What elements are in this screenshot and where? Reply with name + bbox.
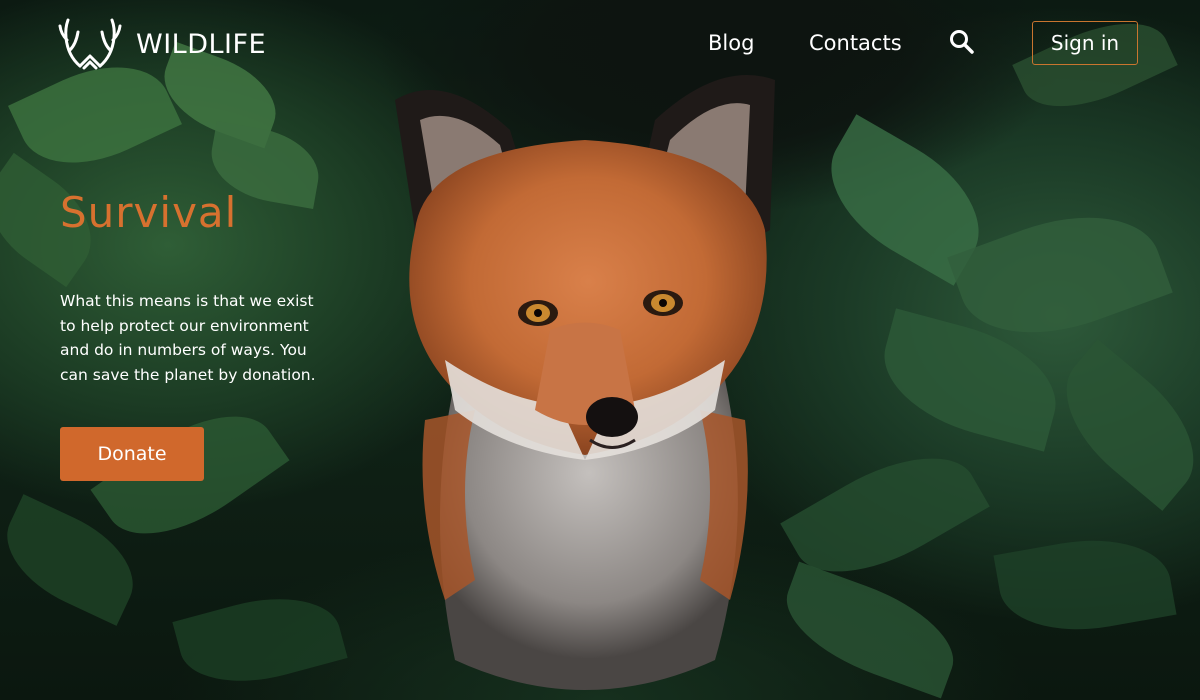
hero-title: Survival bbox=[60, 188, 238, 237]
antlers-icon bbox=[58, 18, 122, 70]
search-icon bbox=[950, 30, 974, 54]
sign-in-button[interactable]: Sign in bbox=[1032, 21, 1138, 65]
donate-button[interactable]: Donate bbox=[60, 427, 204, 481]
brand-name: WILDLIFE bbox=[136, 28, 267, 60]
hero-description: What this means is that we exist to help… bbox=[60, 292, 316, 384]
hero-section: WILDLIFE Blog Contacts Sign in Survival … bbox=[0, 0, 1200, 700]
logo[interactable]: WILDLIFE bbox=[58, 16, 266, 72]
nav-link-contacts[interactable]: Contacts bbox=[809, 31, 902, 55]
nav-link-blog[interactable]: Blog bbox=[708, 31, 754, 55]
search-button[interactable] bbox=[948, 28, 976, 56]
fox-image bbox=[395, 75, 775, 690]
site-header: WILDLIFE Blog Contacts Sign in bbox=[0, 0, 1200, 90]
